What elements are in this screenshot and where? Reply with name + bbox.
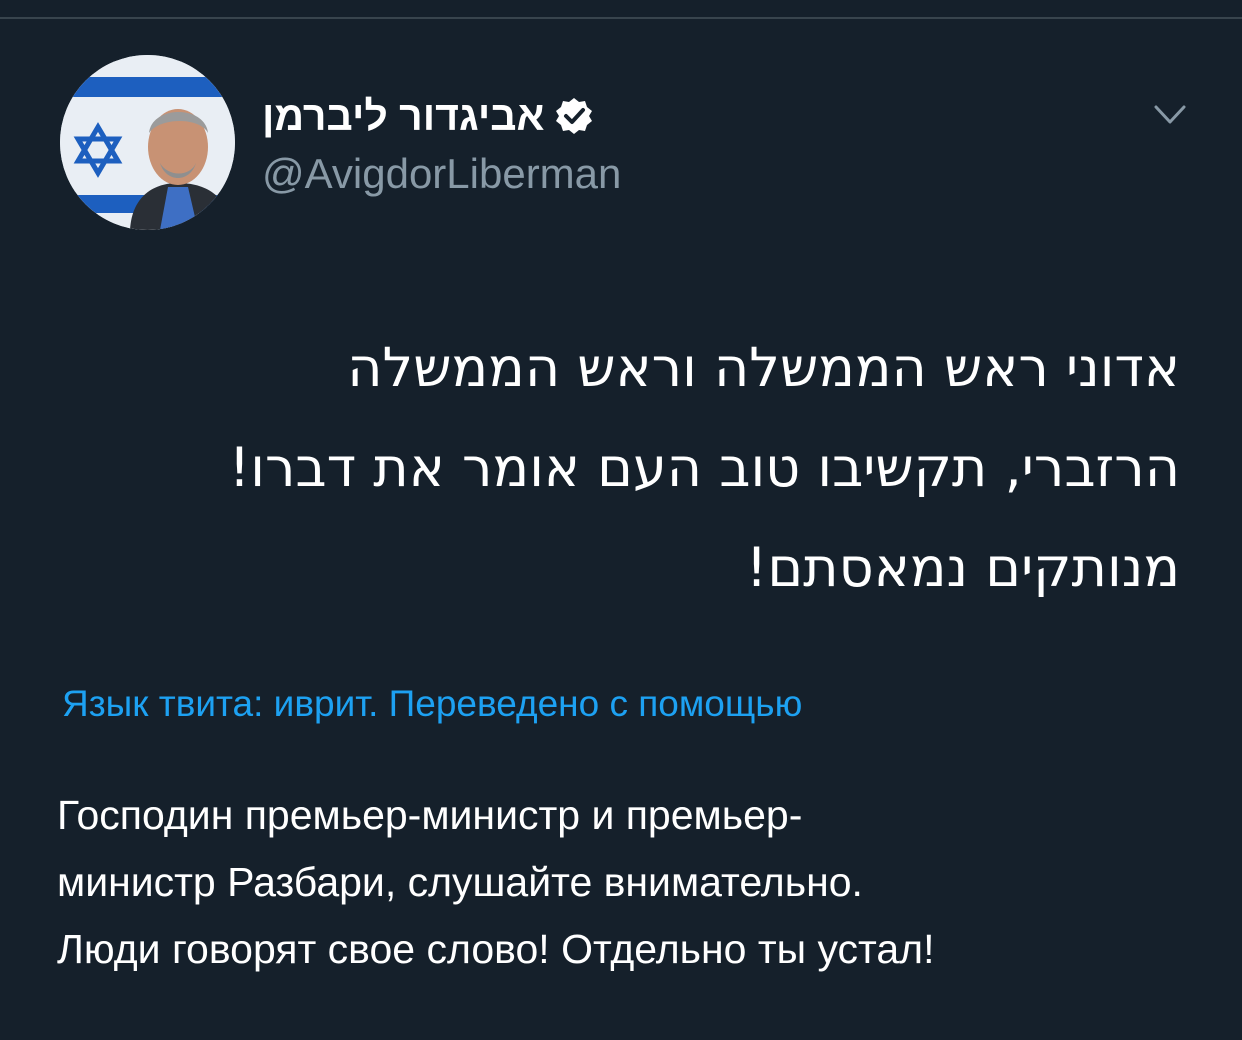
author-display-name[interactable]: אביגדור ליברמן: [262, 88, 594, 144]
author-handle[interactable]: @AvigdorLiberman: [262, 150, 621, 198]
tweet-text-line: הרזברי, תקשיבו טוב העם אומר את דברו!: [228, 436, 1180, 499]
translated-text: Господин премьер-министр и премьер- мини…: [57, 782, 1187, 983]
display-name-text: אביגדור ליברמן: [262, 92, 545, 139]
translated-text-line: министр Разбари, слушайте внимательно.: [57, 859, 863, 905]
translated-text-line: Люди говорят свое слово! Отдельно ты уст…: [57, 926, 935, 972]
verified-badge-icon: [556, 98, 593, 134]
top-divider: [0, 17, 1242, 19]
avatar[interactable]: [60, 55, 235, 230]
chevron-down-icon[interactable]: [1150, 95, 1190, 135]
avatar-image: [60, 55, 235, 230]
tweet-text-line: מנותקים נמאסתם!: [745, 536, 1180, 599]
tweet-text: אדוני ראש הממשלה וראש הממשלה הרזברי, תקש…: [60, 318, 1180, 618]
tweet-text-line: אדוני ראש הממשלה וראש הממשלה: [347, 336, 1180, 399]
translated-text-line: Господин премьер-министр и премьер-: [57, 792, 803, 838]
translation-notice-link[interactable]: Язык твита: иврит. Переведено с помощью: [62, 683, 977, 725]
